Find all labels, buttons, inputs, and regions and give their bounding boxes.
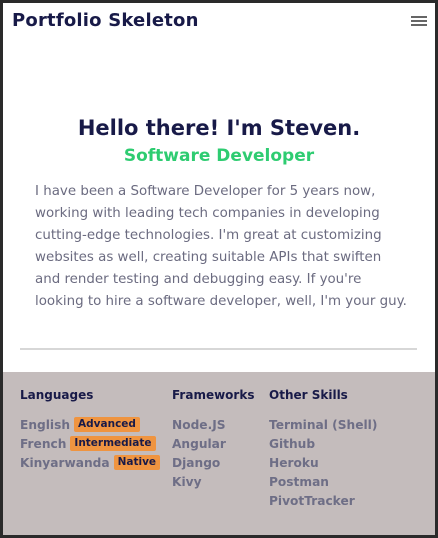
brand-title[interactable]: Portfolio Skeleton: [12, 10, 199, 31]
language-item: French Intermediate: [20, 434, 160, 453]
frameworks-column: Frameworks Node.JS Angular Django Kivy: [172, 388, 254, 491]
section-divider: [20, 348, 417, 350]
menu-line: [411, 20, 427, 22]
frameworks-heading: Frameworks: [172, 388, 255, 402]
languages-column: Languages English Advanced French Interm…: [20, 388, 161, 472]
language-level-badge: Advanced: [74, 417, 140, 432]
language-name: French: [20, 436, 67, 451]
bio-paragraph: I have been a Software Developer for 5 y…: [35, 184, 407, 309]
hamburger-menu-icon[interactable]: [411, 15, 427, 27]
languages-heading: Languages: [20, 388, 94, 402]
framework-item: Angular: [172, 436, 226, 451]
page-frame: Portfolio Skeleton Hello there! I'm Stev…: [0, 0, 438, 538]
hero-section: Hello there! I'm Steven. Software Develo…: [3, 116, 435, 166]
skill-item: PivotTracker: [269, 493, 355, 508]
hero-subtitle: Software Developer: [123, 146, 315, 166]
language-item: English Advanced: [20, 415, 160, 434]
skill-item: Terminal (Shell): [269, 417, 378, 432]
frameworks-list: Node.JS Angular Django Kivy: [172, 415, 254, 491]
menu-line: [411, 24, 427, 26]
language-level-badge: Intermediate: [70, 436, 156, 451]
language-name: Kinyarwanda: [20, 455, 110, 470]
framework-item: Django: [172, 455, 221, 470]
other-skills-heading: Other Skills: [269, 388, 348, 402]
framework-item: Kivy: [172, 474, 202, 489]
other-skills-column: Other Skills Terminal (Shell) Github Her…: [269, 388, 377, 510]
other-skills-list: Terminal (Shell) Github Heroku Postman P…: [269, 415, 377, 510]
skill-item: Heroku: [269, 455, 319, 470]
languages-list: English Advanced French Intermediate Kin…: [20, 415, 161, 472]
language-name: English: [20, 417, 71, 432]
skills-footer: Languages English Advanced French Interm…: [3, 372, 435, 535]
framework-item: Node.JS: [172, 417, 226, 432]
top-navbar: Portfolio Skeleton: [3, 3, 435, 43]
language-level-badge: Native: [113, 455, 161, 470]
language-item: Kinyarwanda Native: [20, 453, 161, 472]
menu-line: [411, 16, 427, 18]
skill-item: Github: [269, 436, 316, 451]
skill-item: Postman: [269, 474, 329, 489]
hero-title: Hello there! I'm Steven.: [77, 116, 361, 140]
